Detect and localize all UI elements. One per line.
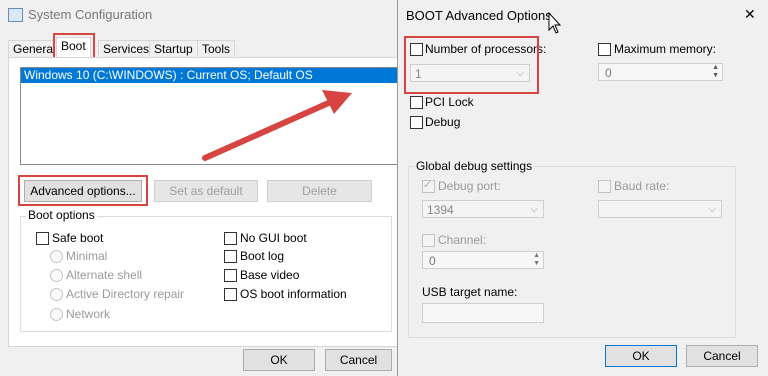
debug-port-select[interactable]: 1394 ⌵ <box>422 200 544 218</box>
debug-checkbox[interactable] <box>410 116 423 129</box>
max-memory-value: 0 <box>605 66 612 80</box>
chevron-down-icon: ⌵ <box>708 204 716 215</box>
mouse-cursor-icon <box>548 12 562 34</box>
channel-input[interactable]: 0 ▲ ▼ <box>422 251 544 269</box>
spin-arrows-icon[interactable]: ▲ ▼ <box>712 64 719 80</box>
usb-target-input[interactable] <box>422 303 544 323</box>
baud-rate-checkbox[interactable] <box>598 180 611 193</box>
dialog-title: BOOT Advanced Options <box>406 8 552 23</box>
dialog-cancel-button[interactable]: Cancel <box>686 345 758 367</box>
baud-rate-label: Baud rate: <box>614 179 670 193</box>
debug-port-label: Debug port: <box>438 179 501 193</box>
max-memory-checkbox[interactable] <box>598 43 611 56</box>
pci-lock-checkbox[interactable] <box>410 96 423 109</box>
usb-target-label: USB target name: <box>422 285 518 299</box>
debug-label: Debug <box>425 115 461 129</box>
max-memory-label: Maximum memory: <box>614 42 717 56</box>
spin-arrows-icon[interactable]: ▲ ▼ <box>533 252 540 268</box>
dialog-ok-button[interactable]: OK <box>605 345 677 367</box>
channel-label: Channel: <box>438 233 487 247</box>
channel-value: 0 <box>429 254 436 268</box>
channel-checkbox[interactable] <box>422 234 435 247</box>
debug-port-value: 1394 <box>427 203 454 217</box>
checkmark-icon: ✓ <box>423 179 433 191</box>
close-icon[interactable]: ✕ <box>744 6 756 23</box>
max-memory-input[interactable]: 0 ▲ ▼ <box>598 63 723 81</box>
chevron-down-icon: ⌵ <box>530 204 538 215</box>
pci-lock-label: PCI Lock <box>425 95 474 109</box>
baud-rate-select[interactable]: ⌵ <box>598 200 722 218</box>
boot-advanced-options-dialog: BOOT Advanced Options ✕ Number of proces… <box>397 0 768 376</box>
global-debug-title: Global debug settings <box>414 159 535 173</box>
num-processors-highlight <box>404 36 539 94</box>
